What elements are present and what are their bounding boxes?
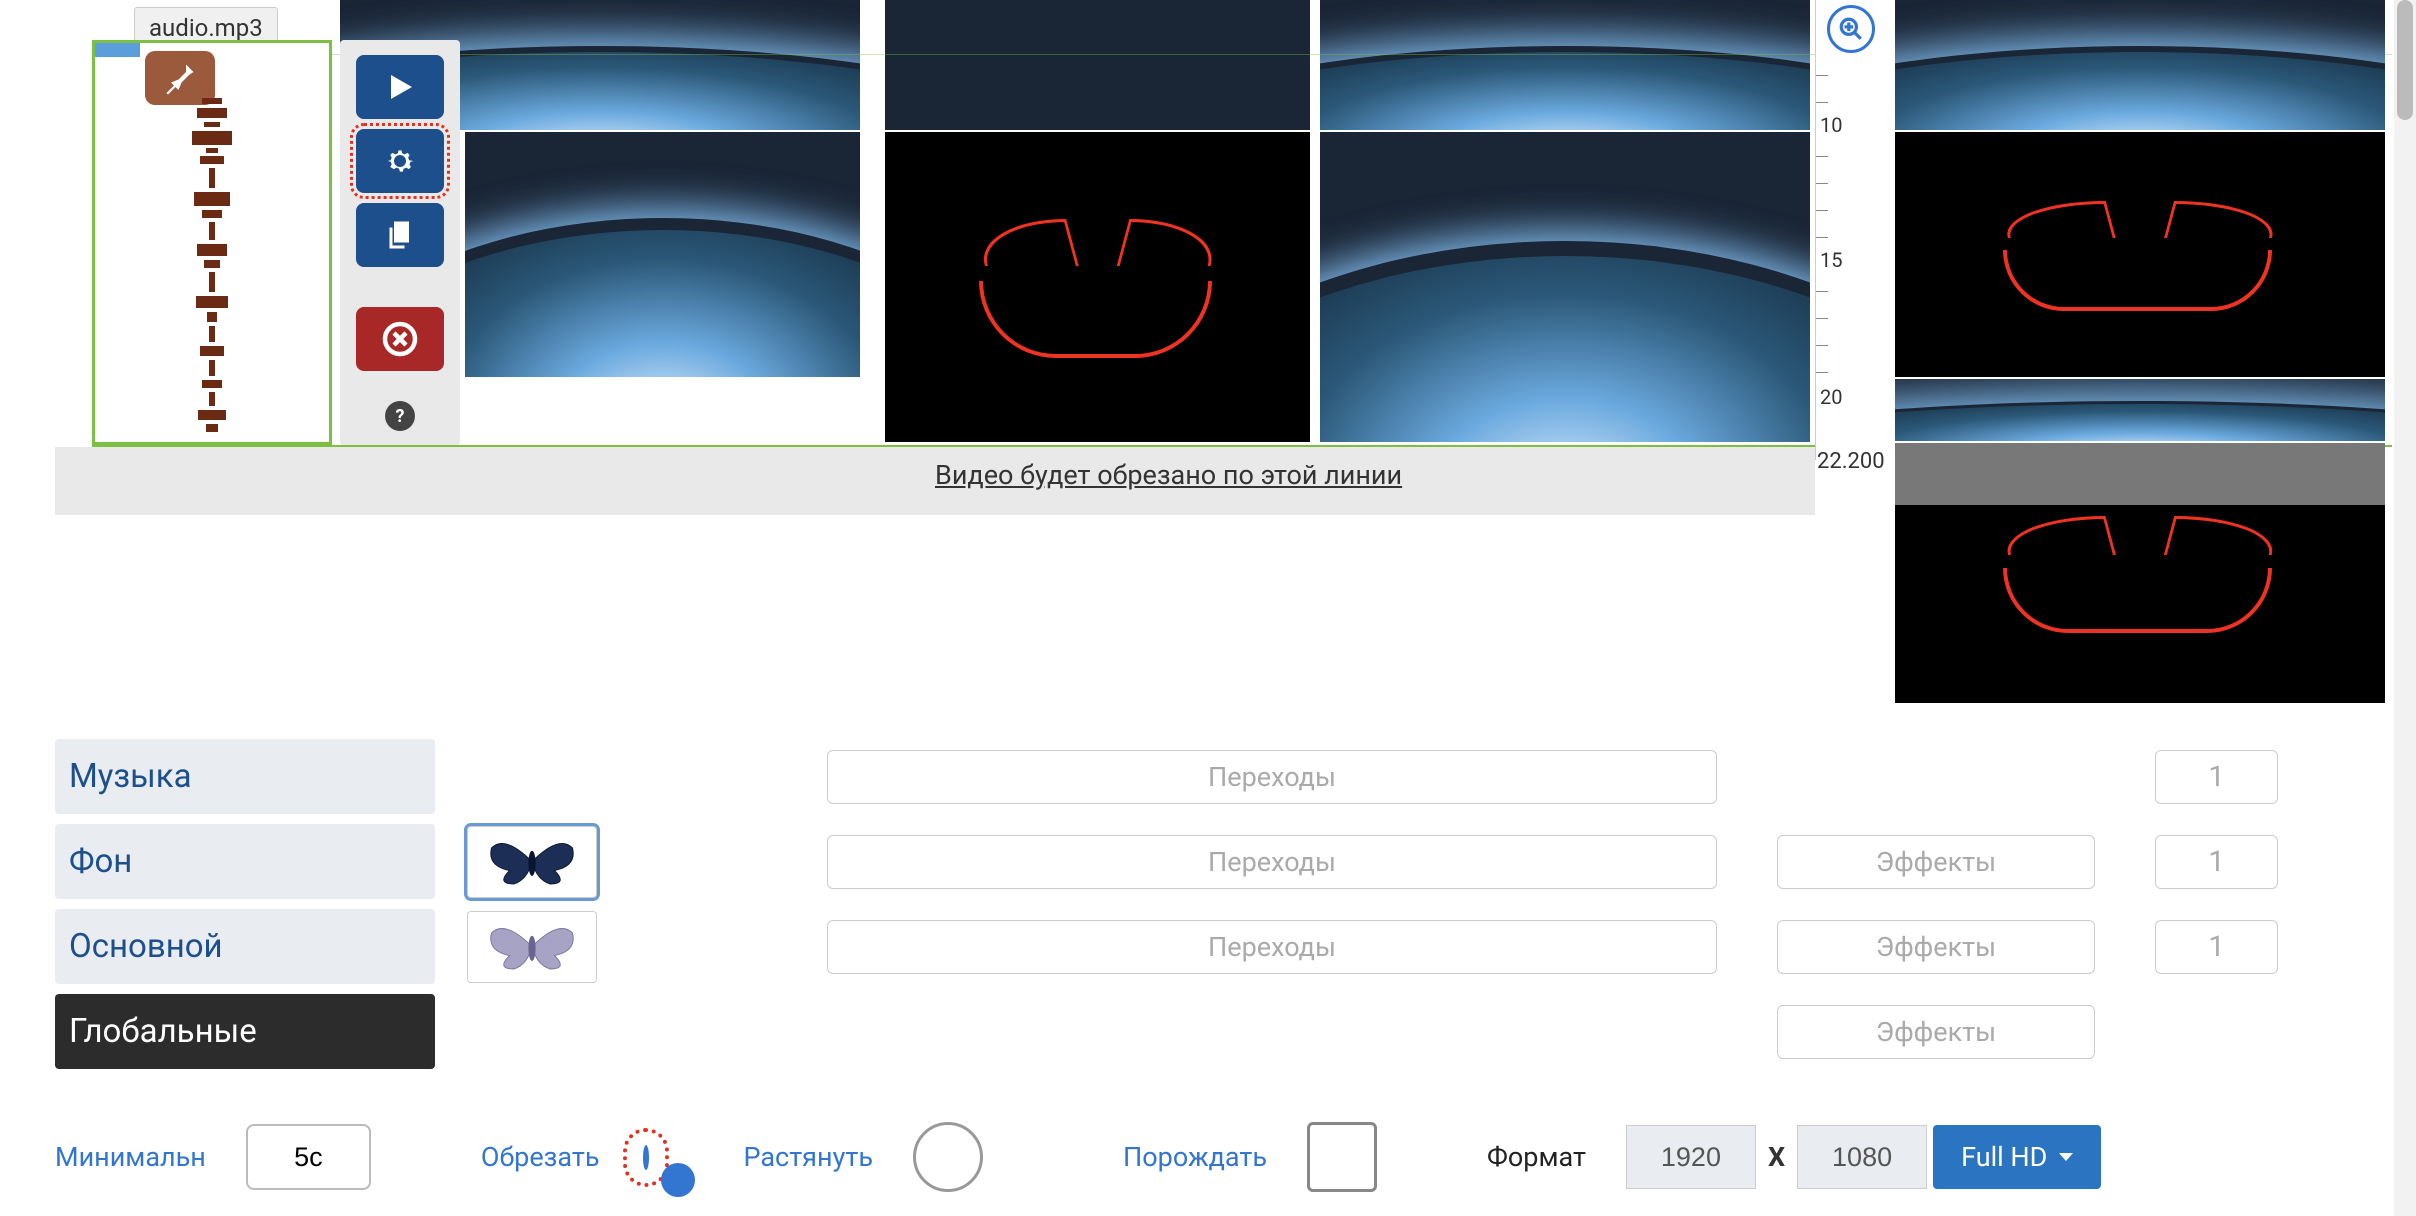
- play-icon: [382, 69, 418, 105]
- copy-icon: [382, 217, 418, 253]
- layer-row-global: Глобальные Эффекты: [55, 994, 2355, 1069]
- clip-handle[interactable]: [95, 43, 140, 57]
- help-button[interactable]: ?: [385, 401, 415, 431]
- gear-icon: [382, 143, 418, 179]
- settings-button[interactable]: [356, 129, 444, 193]
- close-circle-icon: [382, 321, 418, 357]
- minimal-label: Минимальн: [55, 1141, 206, 1173]
- audio-clip[interactable]: [92, 40, 332, 445]
- effects-button-global[interactable]: Эффекты: [1777, 1005, 2095, 1059]
- cut-message[interactable]: Видео будет обрезано по этой линии: [935, 459, 1402, 491]
- timeline-clip-earth-3[interactable]: [465, 132, 860, 377]
- zoom-in-button[interactable]: [1827, 5, 1875, 53]
- layer-row-main: Основной Переходы Эффекты 1: [55, 909, 2355, 984]
- effects-button-background[interactable]: Эффекты: [1777, 835, 2095, 889]
- ruler-end-time: 22.200: [1817, 449, 1885, 474]
- layer-thumb-main[interactable]: [467, 911, 597, 983]
- transitions-button-background[interactable]: Переходы: [827, 835, 1717, 889]
- timeline-clip-face-1[interactable]: [885, 132, 1310, 442]
- ruler-tick: 15: [1820, 248, 1842, 272]
- layer-thumb-background[interactable]: [467, 826, 597, 898]
- clip-toolbar: ?: [340, 40, 460, 446]
- layer-control-grid: Музыка Переходы 1 Фон Переходы Эффекты 1…: [55, 739, 2355, 1079]
- resolution-preset-dropdown[interactable]: Full HD: [1933, 1125, 2101, 1189]
- play-button[interactable]: [356, 55, 444, 119]
- preview-face-2[interactable]: [1895, 443, 2385, 703]
- transitions-button-music[interactable]: Переходы: [827, 750, 1717, 804]
- crop-label: Обрезать: [481, 1141, 600, 1173]
- timeline-clip-earth-4[interactable]: [1320, 132, 1810, 442]
- count-box-background[interactable]: 1: [2155, 835, 2278, 889]
- preset-label: Full HD: [1961, 1141, 2047, 1173]
- zoom-in-icon: [1838, 16, 1864, 42]
- layer-label-music[interactable]: Музыка: [55, 739, 435, 814]
- format-label: Формат: [1487, 1141, 1586, 1173]
- count-box-music[interactable]: 1: [2155, 750, 2278, 804]
- pin-icon: [162, 60, 198, 96]
- stretch-radio[interactable]: [913, 1122, 983, 1192]
- vertical-scrollbar[interactable]: [2394, 0, 2416, 1216]
- scrollbar-thumb[interactable]: [2397, 0, 2413, 120]
- timeline-clip-earth-2[interactable]: [1320, 0, 1810, 130]
- layer-label-background[interactable]: Фон: [55, 824, 435, 899]
- preview-column: [1895, 0, 2385, 705]
- height-input[interactable]: [1797, 1125, 1927, 1189]
- stretch-label: Растянуть: [743, 1141, 873, 1173]
- resolution-x: X: [1756, 1141, 1797, 1173]
- pin-button[interactable]: [145, 51, 215, 105]
- width-input[interactable]: [1626, 1125, 1756, 1189]
- effects-button-main[interactable]: Эффекты: [1777, 920, 2095, 974]
- count-box-main[interactable]: 1: [2155, 920, 2278, 974]
- timeline-ruler: 10 15 20: [1815, 0, 1895, 460]
- copy-button[interactable]: [356, 203, 444, 267]
- timeline-clip-black-1[interactable]: [885, 0, 1310, 130]
- layer-row-background: Фон Переходы Эффекты 1: [55, 824, 2355, 899]
- transitions-button-main[interactable]: Переходы: [827, 920, 1717, 974]
- preview-earth-2[interactable]: [1895, 379, 2385, 441]
- preview-face-1[interactable]: [1895, 132, 2385, 377]
- layer-row-music: Музыка Переходы 1: [55, 739, 2355, 814]
- spawn-label: Порождать: [1123, 1141, 1267, 1173]
- layer-label-global[interactable]: Глобальные: [55, 994, 435, 1069]
- preview-earth-1[interactable]: [1895, 0, 2385, 130]
- spawn-checkbox[interactable]: [1307, 1122, 1377, 1192]
- layer-label-main[interactable]: Основной: [55, 909, 435, 984]
- crop-radio[interactable]: [643, 1145, 649, 1170]
- options-row: Минимальн Обрезать Растянуть Порождать Ф…: [55, 1122, 2355, 1192]
- minimal-input[interactable]: [246, 1124, 371, 1190]
- delete-button[interactable]: [356, 307, 444, 371]
- ruler-tick: 10: [1820, 113, 1842, 137]
- audio-waveform: [162, 98, 262, 438]
- ruler-tick: 20: [1820, 385, 1842, 409]
- chevron-down-icon: [2059, 1153, 2073, 1161]
- butterfly-icon: [487, 834, 577, 889]
- butterfly-icon: [487, 919, 577, 974]
